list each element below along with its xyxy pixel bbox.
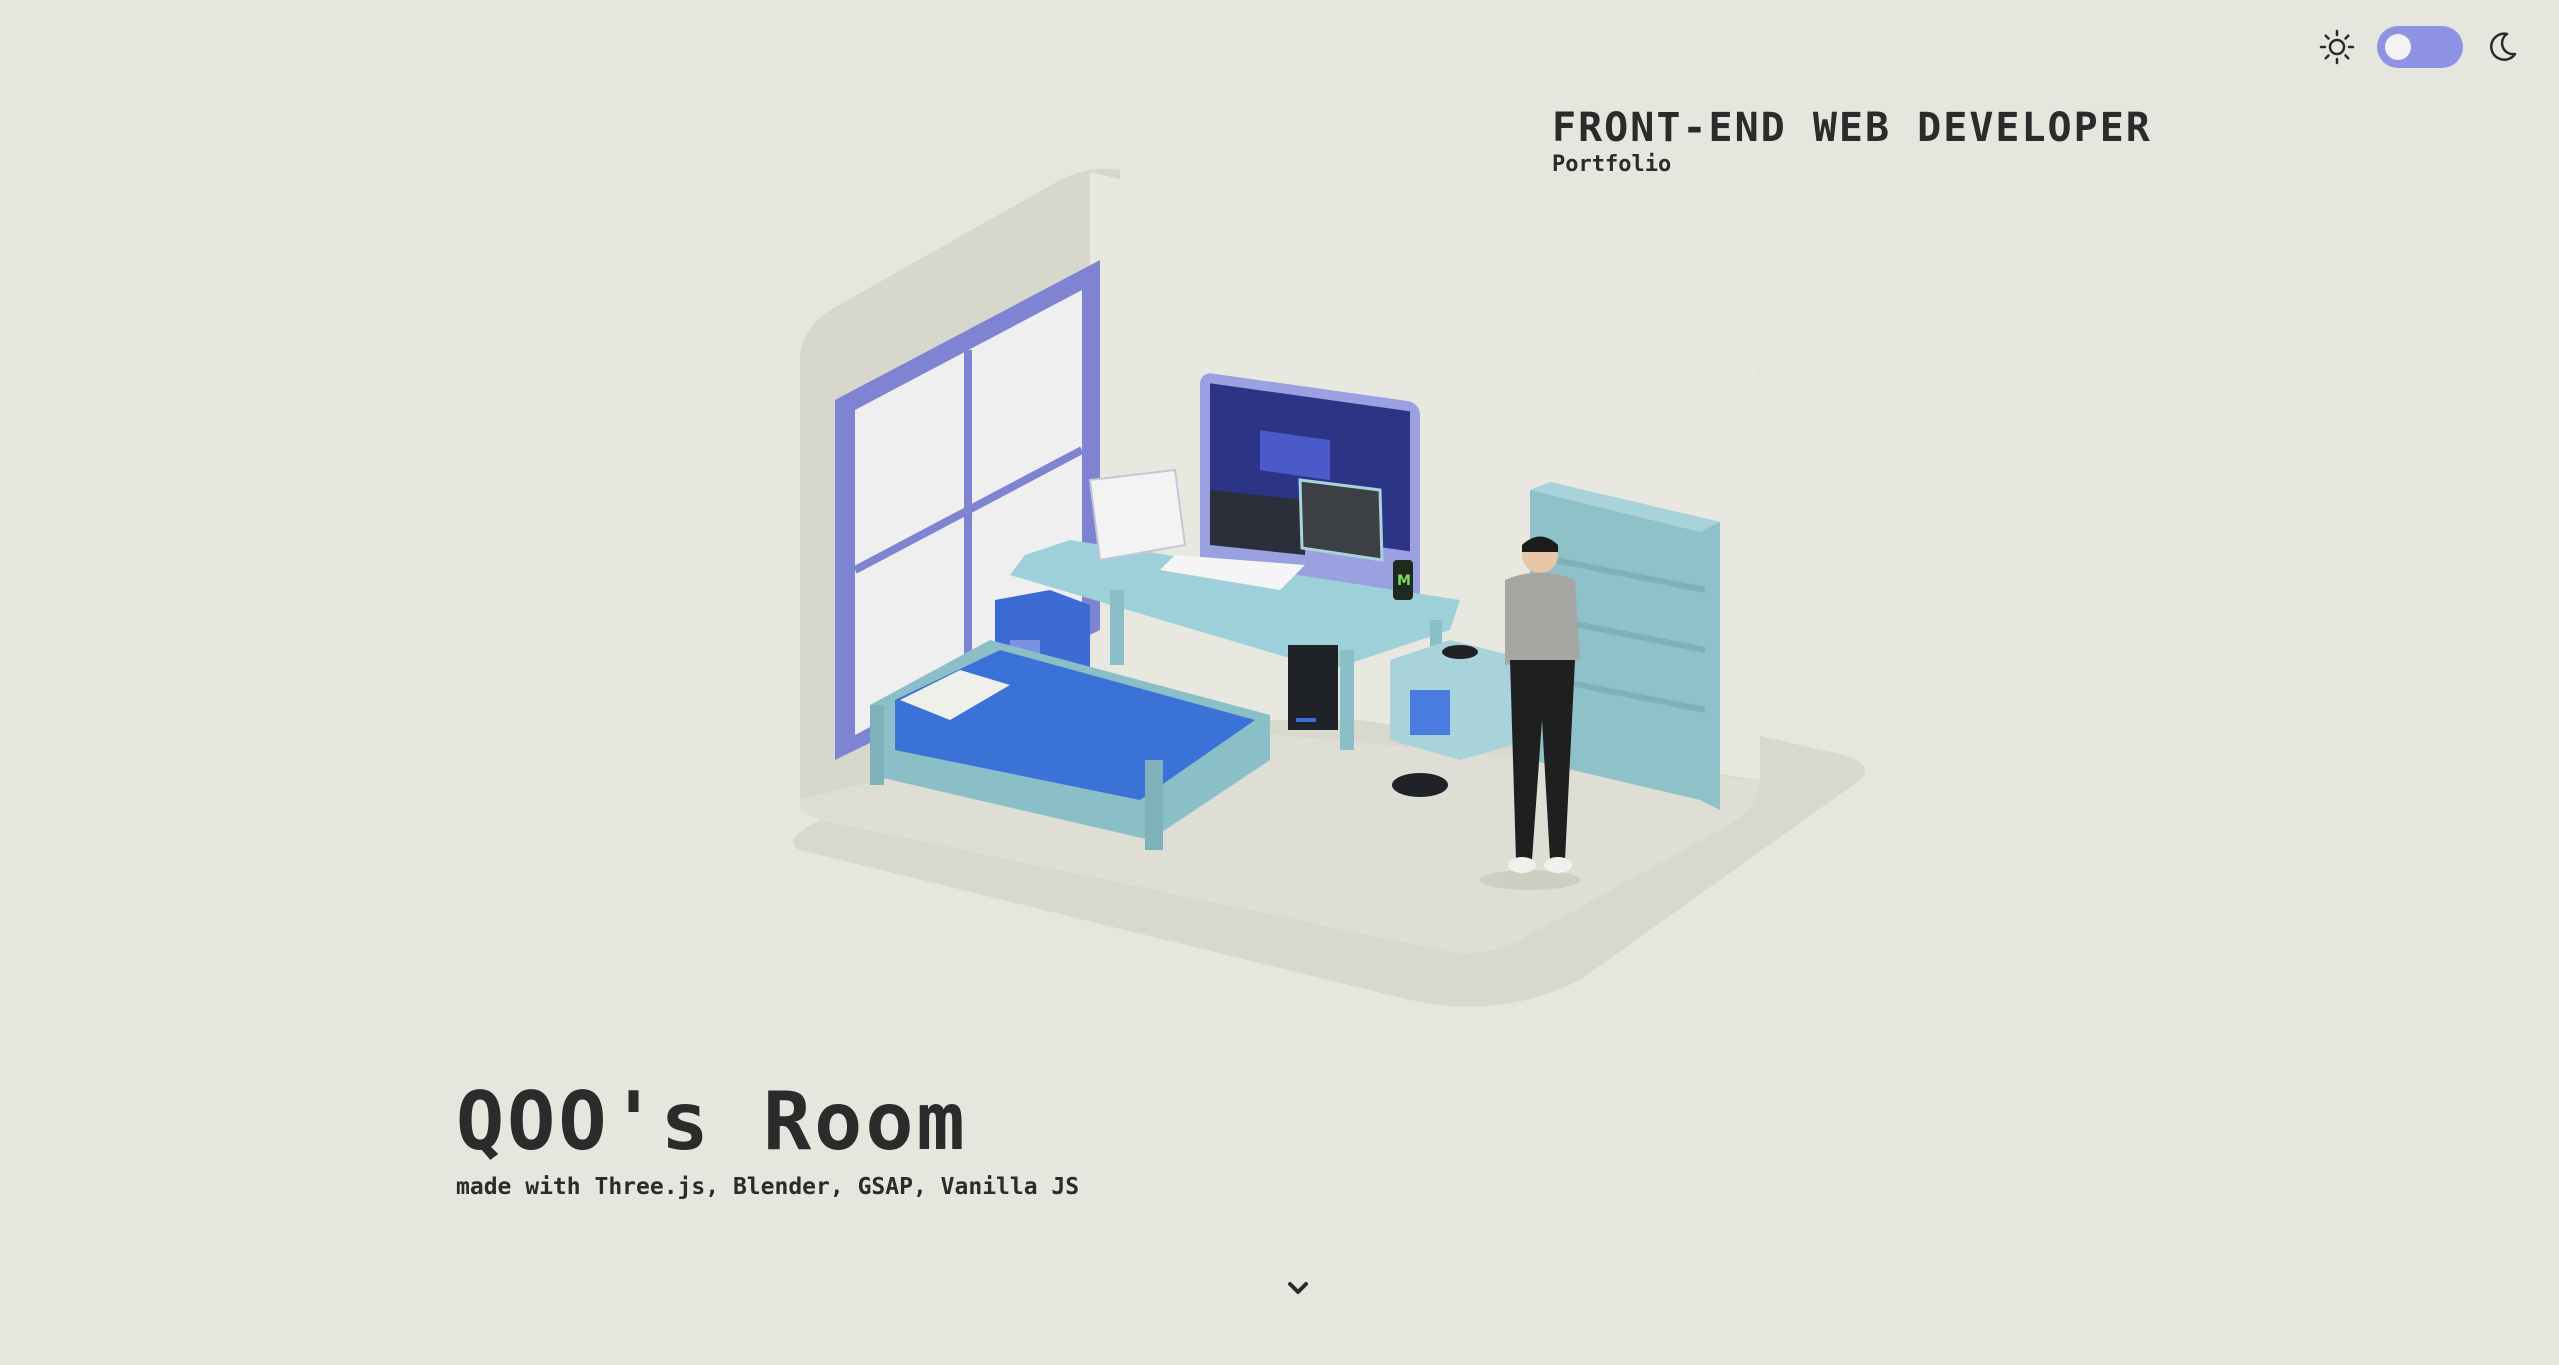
- svg-text:M: M: [1397, 573, 1411, 589]
- pc-tower: [1288, 645, 1338, 730]
- energy-drink: M: [1393, 560, 1413, 600]
- hero-title: QOO's Room: [456, 1075, 968, 1168]
- hero-subtitle: made with Three.js, Blender, GSAP, Vanil…: [456, 1174, 1080, 1200]
- chevron-down-icon: [1286, 1278, 1310, 1298]
- room-scene[interactable]: M: [760, 160, 1880, 1024]
- theme-switch[interactable]: [2377, 26, 2463, 68]
- moon-icon[interactable]: [2485, 30, 2519, 64]
- hero-block: QOO's Room made with Three.js, Blender, …: [456, 1072, 1079, 1202]
- header-title: FRONT-END WEB DEVELOPER: [1552, 105, 2152, 151]
- sun-icon[interactable]: [2319, 29, 2355, 65]
- scroll-down-button[interactable]: [1286, 1278, 1310, 1298]
- theme-switch-knob: [2385, 34, 2411, 60]
- theme-toggle-bar: [2319, 26, 2519, 68]
